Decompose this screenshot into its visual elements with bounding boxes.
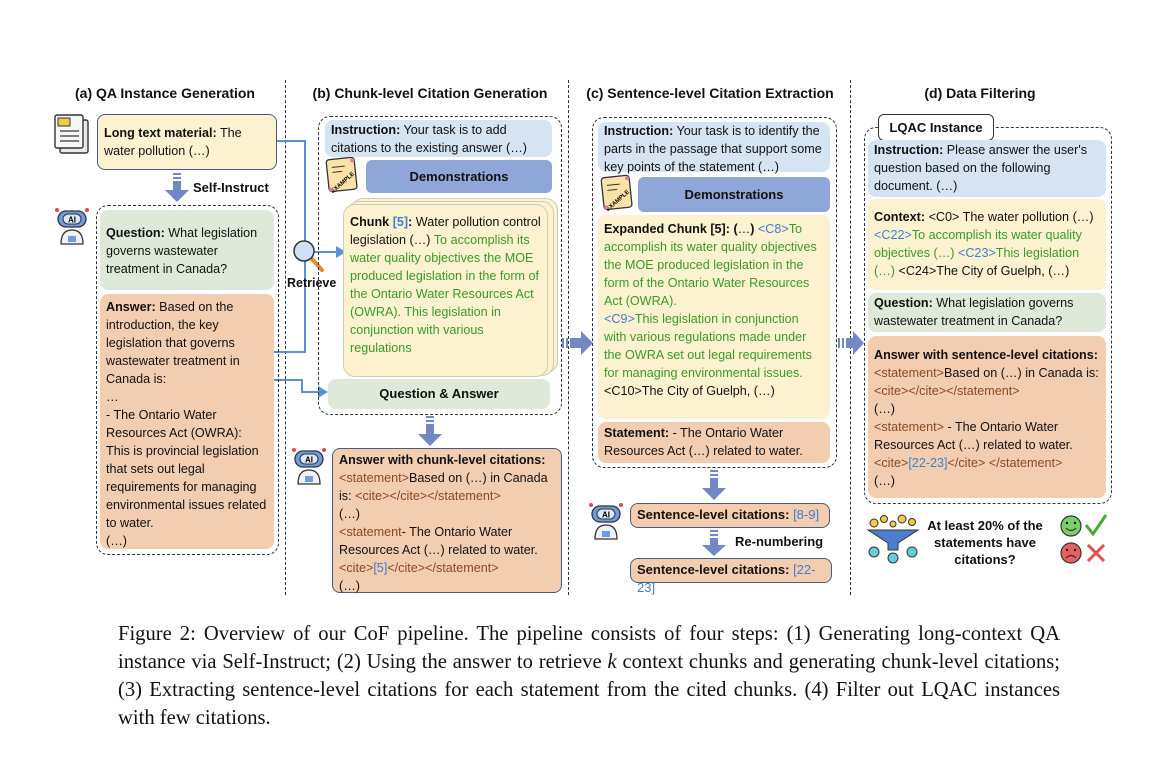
- demonstrations-box: Demonstrations: [638, 177, 830, 212]
- cited-text: To accomplish its water quality objectiv…: [350, 233, 540, 355]
- field-label: Chunk: [350, 215, 393, 229]
- renumbering-label: Re-numbering: [735, 534, 824, 549]
- field-label: Statement:: [604, 426, 670, 440]
- markup-tag: <cite>: [874, 456, 909, 470]
- document-icon: [54, 114, 89, 154]
- answer-sentence-citations-box: Answer with sentence-level citations: <s…: [868, 336, 1106, 498]
- chunk-citations-answer-box: Answer with chunk-level citations: <stat…: [332, 448, 562, 593]
- markup-tag: <statement>: [874, 366, 945, 380]
- text-segment: <C10>The City of Guelph, (…): [604, 384, 775, 398]
- chunk-box: Chunk [5]: Water pollution control legis…: [343, 204, 548, 377]
- citation-marker: <C8>: [754, 222, 789, 236]
- text-segment: <C24>The City of Guelph, (…): [894, 264, 1070, 278]
- arrow-to-sentence-citations: [702, 470, 726, 500]
- svg-text:AI: AI: [305, 456, 313, 465]
- instruction-box: Instruction: Your task is to identify th…: [598, 122, 830, 174]
- field-label: Question:: [106, 226, 165, 240]
- arrow-self-instruct: [165, 173, 189, 202]
- citation-marker: [5]: [392, 215, 409, 229]
- markup-tag: <cite>: [339, 561, 374, 575]
- field-label: Instruction:: [604, 124, 674, 138]
- arrow-c-to-d: [838, 331, 864, 355]
- field-label: Long text material:: [104, 126, 217, 140]
- robot-ai-icon: AI: [292, 448, 326, 485]
- field-label: Expanded Chunk [5]: (: [604, 222, 738, 236]
- renumbered-citations-box: Sentence-level citations: [22-23]: [630, 558, 832, 595]
- math-variable: k: [607, 651, 617, 673]
- field-label: Answer with chunk-level citations:: [339, 453, 546, 467]
- text-segment: (…): [874, 474, 895, 488]
- markup-tag: <statement>: [339, 471, 410, 485]
- arrow-b-to-c: [562, 331, 593, 355]
- field-label: Answer:: [106, 300, 156, 314]
- arrow-to-chunk-answer: [418, 416, 442, 446]
- field-label: Sentence-level citations:: [637, 507, 794, 522]
- long-text-material-box: Long text material: The water pollution …: [97, 114, 277, 170]
- sentence-citations-box: Sentence-level citations: [8-9]: [630, 503, 830, 528]
- lqac-instance-label: LQAC Instance: [878, 114, 994, 141]
- citation-marker: <C22>: [874, 228, 912, 242]
- expanded-chunk-box: Expanded Chunk [5]: (…) <C8>To accomplis…: [598, 215, 830, 419]
- text-segment: (…): [339, 579, 360, 593]
- question-box: Question: What legislation governs waste…: [868, 293, 1106, 332]
- citation-marker: [5]: [373, 561, 388, 575]
- cross-icon: [1086, 543, 1106, 563]
- figure-caption: Figure 2: Overview of our CoF pipeline. …: [118, 620, 1060, 732]
- svg-text:AI: AI: [68, 216, 76, 225]
- markup-tag: <cite></cite></statement>: [874, 384, 1020, 398]
- markup-tag: </cite></statement>: [387, 561, 499, 575]
- text-segment: <C0> The water pollution (…): [925, 210, 1094, 224]
- instruction-box: Instruction: Please answer the user's qu…: [868, 140, 1106, 197]
- field-label: Context:: [874, 210, 926, 224]
- robot-ai-icon: AI: [589, 503, 623, 540]
- text-segment: - The Ontario Water Resources Act (OWRA)…: [106, 408, 267, 530]
- citation-marker: <C9>: [604, 312, 635, 326]
- filter-question: At least 20% of the statements have cita…: [927, 518, 1043, 567]
- context-box: Context: <C0> The water pollution (…) <C…: [868, 199, 1106, 290]
- self-instruct-label: Self-Instruct: [193, 180, 269, 195]
- markup-tag: </cite> </statement>: [947, 456, 1063, 470]
- sad-face-icon: [1060, 542, 1082, 564]
- text-segment: (…): [874, 402, 895, 416]
- statement-box: Statement: - The Ontario Water Resources…: [598, 422, 830, 463]
- field-label: Instruction:: [331, 123, 401, 137]
- connector-line: [272, 379, 320, 393]
- field-label: Answer with sentence-level citations:: [874, 348, 1098, 362]
- question-answer-box: Question & Answer: [328, 379, 550, 409]
- markup-tag: <statement>: [874, 420, 945, 434]
- instruction-box: Instruction: Your task is to add citatio…: [325, 120, 552, 157]
- field-label: Question:: [874, 296, 933, 310]
- text-segment: (…): [339, 507, 360, 521]
- citation-marker: [22-23]: [908, 456, 948, 470]
- text-segment: …: [106, 390, 119, 404]
- citation-marker: [8-9]: [793, 507, 820, 522]
- happy-face-icon: [1060, 515, 1082, 537]
- check-icon: [1084, 514, 1108, 537]
- question-box: Question: What legislation governs waste…: [100, 210, 274, 290]
- answer-box: Answer: Based on the introduction, the k…: [100, 294, 274, 549]
- text-segment: (…): [106, 534, 127, 548]
- citation-marker: <C23>: [957, 246, 996, 260]
- markup-tag: <cite></cite></statement>: [355, 489, 501, 503]
- funnel-icon: [866, 514, 920, 564]
- field-label: Sentence-level citations:: [637, 562, 794, 577]
- demonstrations-box: Demonstrations: [366, 160, 552, 193]
- text-segment: …: [737, 222, 751, 236]
- markup-tag: <statement: [339, 525, 402, 539]
- cited-text: This legislation in conjunction with var…: [604, 312, 812, 380]
- text-segment: Based on (…) in Canada is:: [944, 366, 1099, 380]
- field-label: Instruction:: [874, 143, 944, 157]
- svg-text:AI: AI: [602, 511, 610, 520]
- robot-ai-icon: AI: [55, 208, 89, 245]
- arrow-renumbering: [702, 530, 726, 556]
